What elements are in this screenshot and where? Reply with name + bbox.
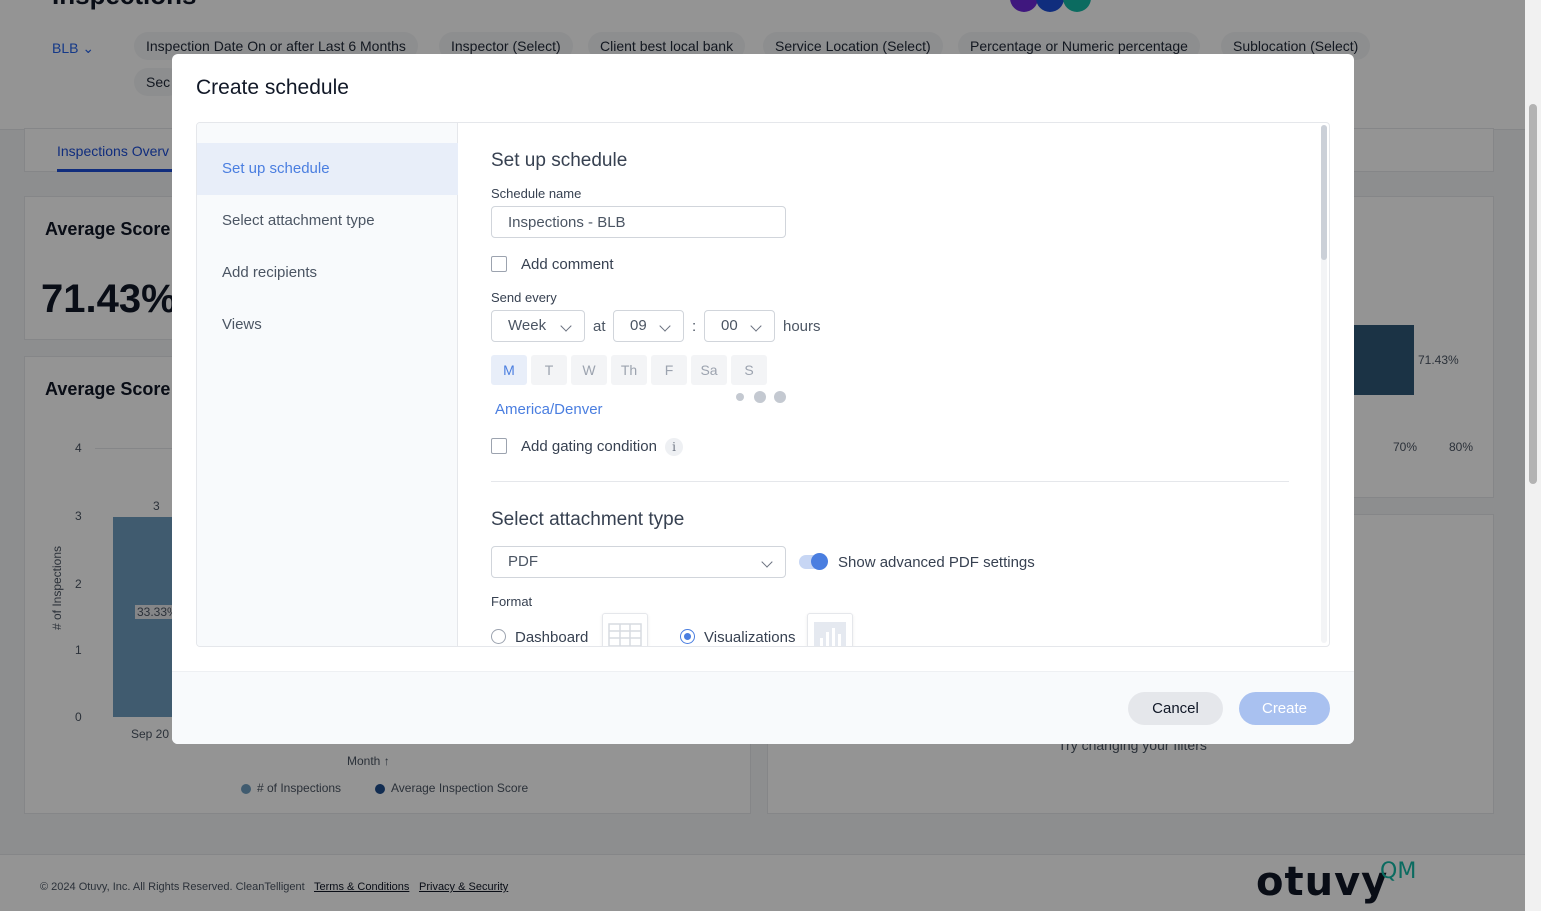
attachment-type-value: PDF <box>508 553 538 570</box>
page-scrollbar[interactable] <box>1525 0 1541 911</box>
day-toggle-saturday[interactable]: Sa <box>691 355 727 385</box>
schedule-form: Set up schedule Schedule name Add commen… <box>459 123 1329 646</box>
nav-item-set-up-schedule[interactable]: Set up schedule <box>197 143 458 195</box>
format-radio-visualizations[interactable] <box>680 629 695 644</box>
dashboard-layout-icon <box>602 613 648 646</box>
frequency-value: Week <box>508 317 547 334</box>
day-toggle-wednesday[interactable]: W <box>571 355 607 385</box>
advanced-pdf-toggle[interactable] <box>799 553 828 570</box>
time-separator: : <box>692 318 697 335</box>
hours-label: hours <box>783 318 821 335</box>
advanced-pdf-label: Show advanced PDF settings <box>838 554 1035 571</box>
day-toggle-sunday[interactable]: S <box>731 355 767 385</box>
frequency-select[interactable]: Week <box>491 310 585 342</box>
chevron-down-icon <box>560 320 572 332</box>
dialog-title: Create schedule <box>196 76 349 99</box>
send-every-label: Send every <box>491 290 557 305</box>
format-option-visualizations: Visualizations <box>704 629 796 646</box>
add-comment-checkbox[interactable] <box>491 256 507 272</box>
hour-select[interactable]: 09 <box>613 310 684 342</box>
day-toggle-monday[interactable]: M <box>491 355 527 385</box>
dialog-footer: Cancel Create <box>172 671 1354 744</box>
info-icon[interactable]: i <box>665 438 683 456</box>
loader-dot <box>774 391 786 403</box>
chevron-down-icon <box>750 320 762 332</box>
day-toggle-friday[interactable]: F <box>651 355 687 385</box>
format-label: Format <box>491 594 533 609</box>
section-divider <box>491 481 1289 482</box>
visualizations-layout-icon <box>807 613 853 646</box>
format-option-dashboard: Dashboard <box>515 629 589 646</box>
dialog-body: Set up schedule Select attachment type A… <box>196 122 1330 647</box>
timezone-link[interactable]: America/Denver <box>495 401 603 418</box>
section-heading-attachment: Select attachment type <box>491 509 685 530</box>
minute-value: 00 <box>721 317 738 334</box>
format-radio-dashboard[interactable] <box>491 629 506 644</box>
loader-dot <box>736 393 744 401</box>
toggle-knob <box>811 553 828 570</box>
form-scrollbar-thumb[interactable] <box>1321 125 1327 260</box>
schedule-name-input[interactable] <box>491 206 786 238</box>
chevron-down-icon <box>761 556 773 568</box>
nav-item-add-recipients[interactable]: Add recipients <box>197 247 458 299</box>
create-button[interactable]: Create <box>1239 692 1330 725</box>
chevron-down-icon <box>659 320 671 332</box>
day-toggle-thursday[interactable]: Th <box>611 355 647 385</box>
day-toggle-tuesday[interactable]: T <box>531 355 567 385</box>
attachment-type-select[interactable]: PDF <box>491 546 786 578</box>
cancel-button[interactable]: Cancel <box>1128 692 1223 725</box>
at-label: at <box>593 318 606 335</box>
nav-item-attachment-type[interactable]: Select attachment type <box>197 195 458 247</box>
loader-dot <box>754 391 766 403</box>
form-scrollbar[interactable] <box>1321 125 1327 643</box>
create-schedule-dialog: Create schedule Set up schedule Select a… <box>172 54 1354 744</box>
hour-value: 09 <box>630 317 647 334</box>
schedule-name-label: Schedule name <box>491 186 582 201</box>
minute-select[interactable]: 00 <box>704 310 775 342</box>
nav-item-views[interactable]: Views <box>197 299 458 351</box>
gating-condition-checkbox[interactable] <box>491 438 507 454</box>
add-comment-label: Add comment <box>521 256 614 273</box>
section-heading-setup: Set up schedule <box>491 150 628 171</box>
gating-condition-label: Add gating condition <box>521 438 657 455</box>
schedule-steps-nav: Set up schedule Select attachment type A… <box>197 123 458 646</box>
scrollbar-thumb[interactable] <box>1529 104 1537 484</box>
